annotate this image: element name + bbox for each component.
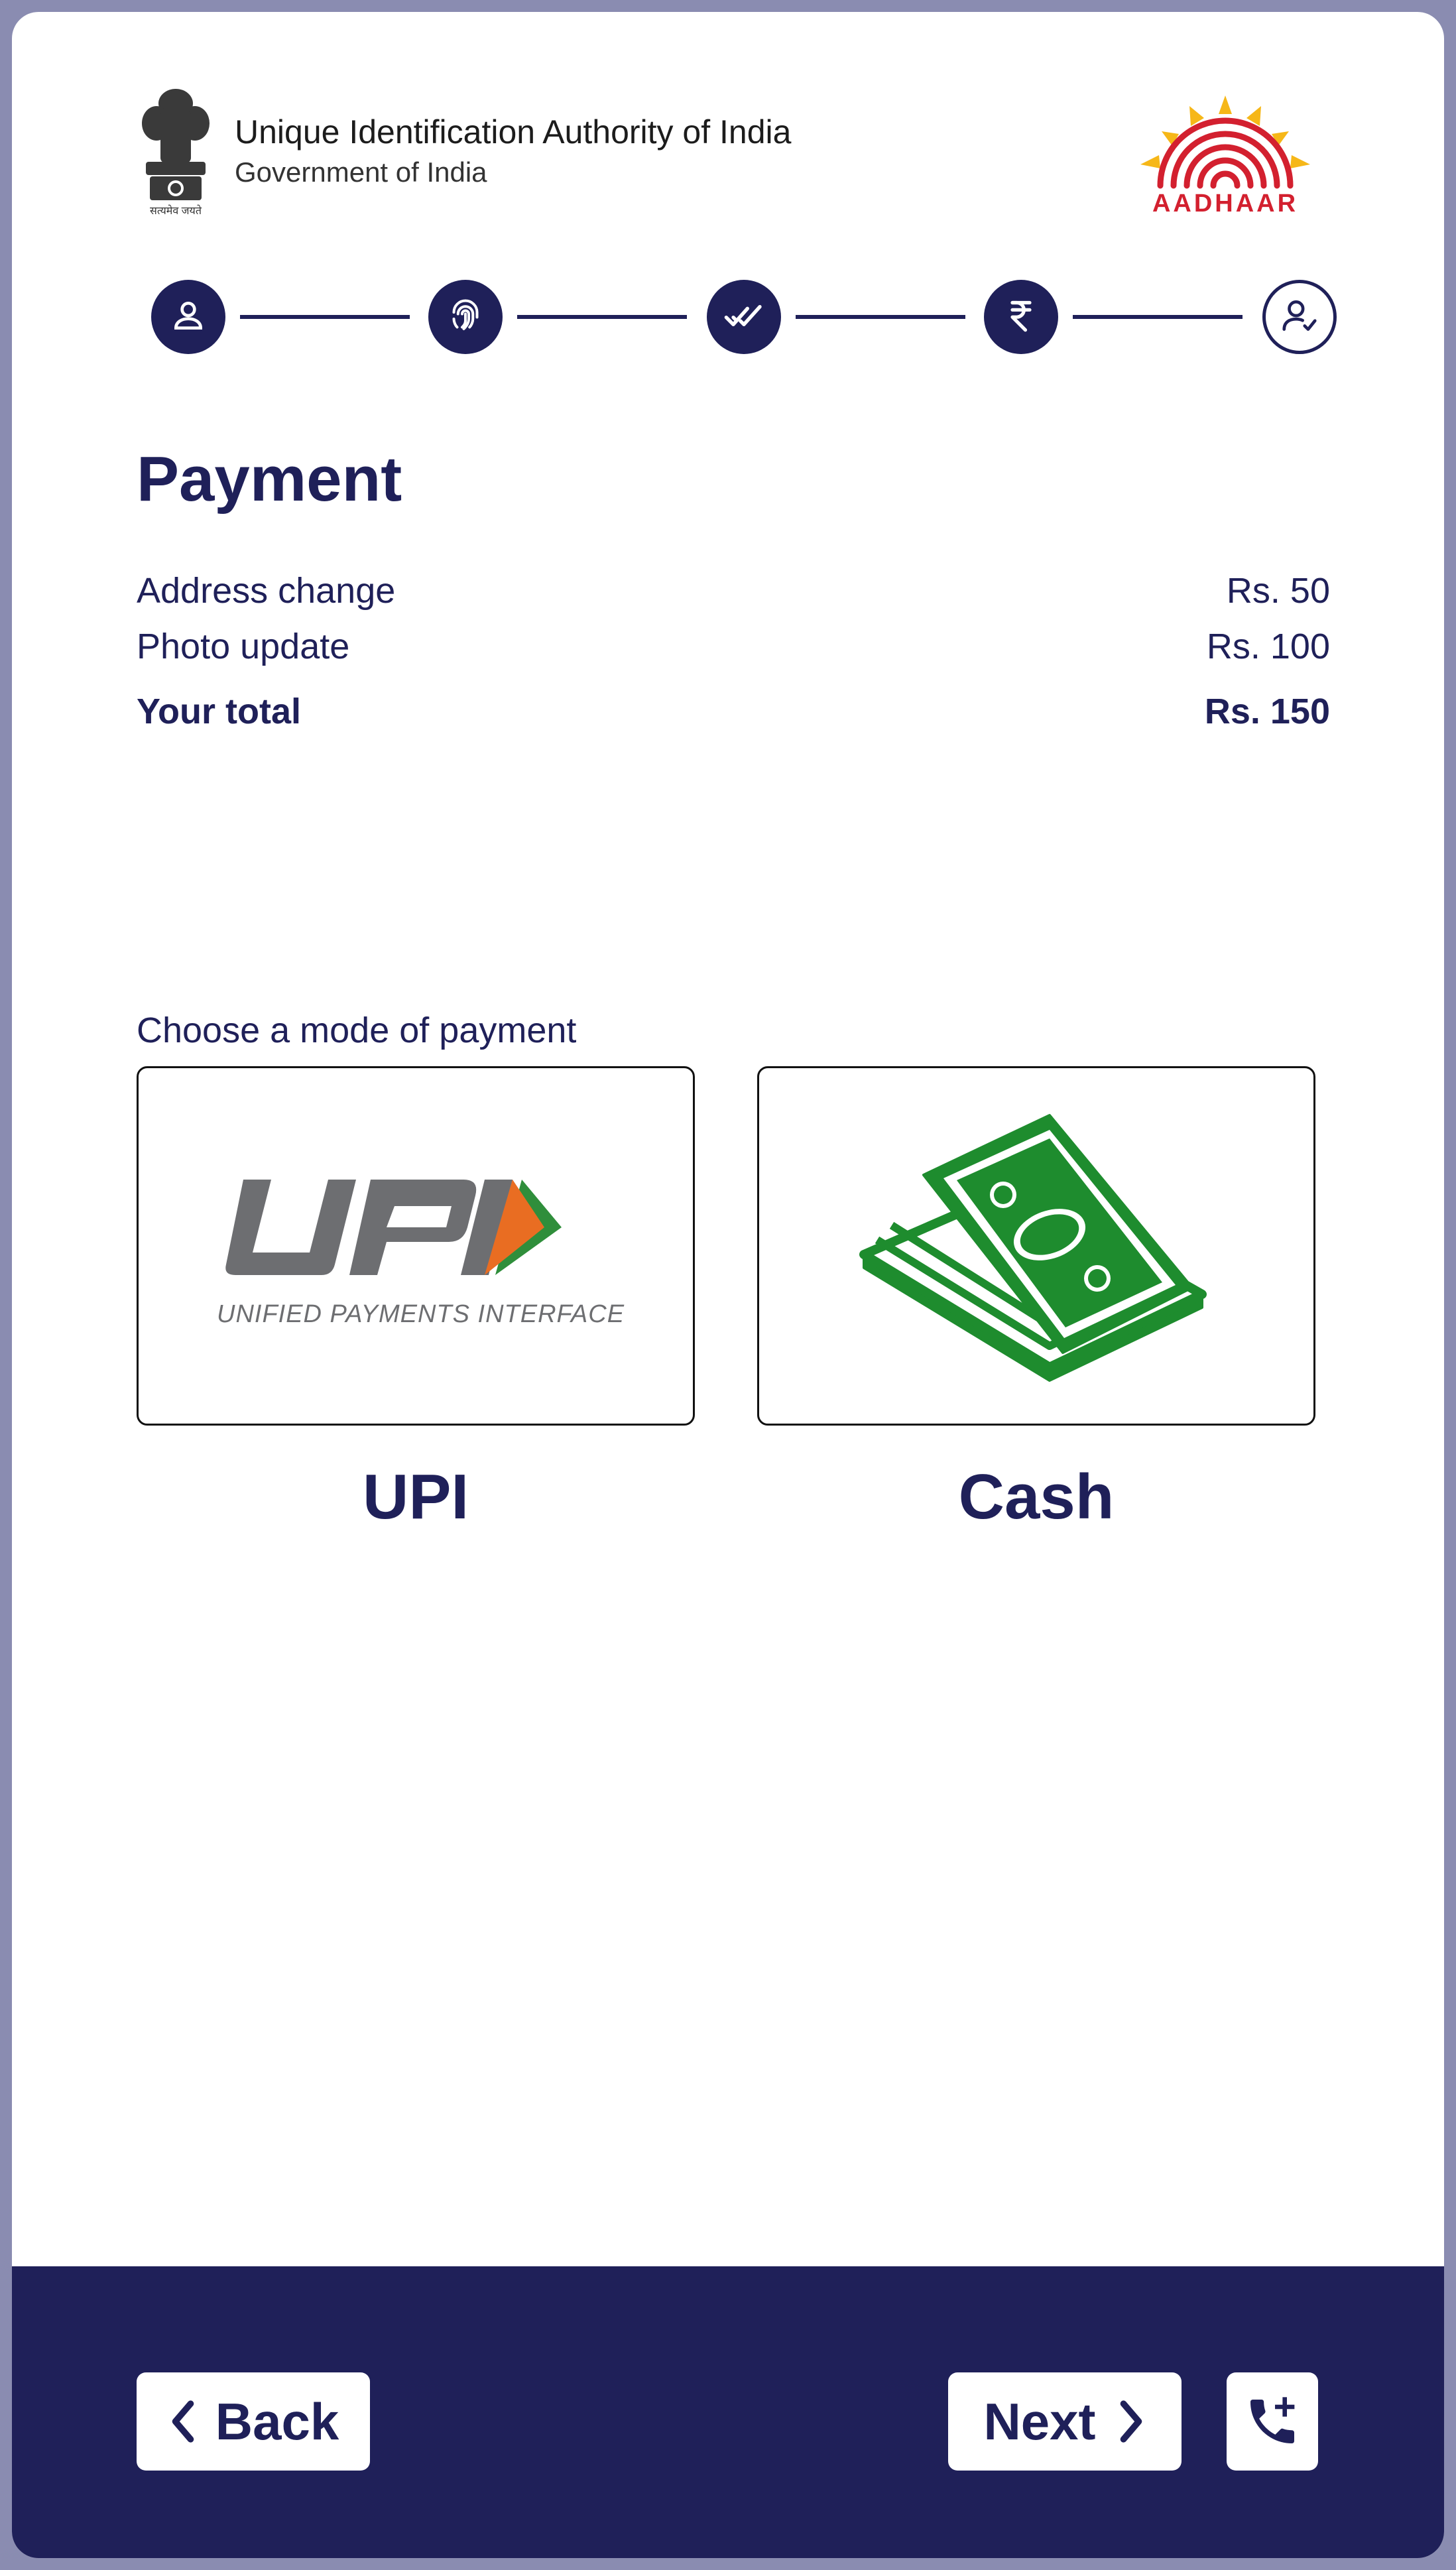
chevron-left-icon	[168, 2398, 198, 2445]
footer-bar: Back Next	[12, 2266, 1444, 2558]
fee-amount: Rs. 100	[1206, 627, 1330, 666]
step-user	[151, 280, 225, 354]
org-title: Unique Identification Authority of India	[235, 113, 792, 151]
fee-label: Photo update	[137, 627, 350, 666]
screen: सत्यमेव जयते Unique Identification Autho…	[12, 12, 1444, 2558]
org-subtitle: Government of India	[235, 156, 487, 188]
total-amount: Rs. 150	[1204, 692, 1330, 731]
fee-row: Address change Rs. 50	[137, 570, 1330, 611]
aadhaar-logo-text: AADHAAR	[1152, 190, 1299, 217]
progress-stepper	[137, 280, 1337, 359]
upi-logo-icon: UNIFIED PAYMENTS INTERFACE	[217, 1160, 625, 1332]
help-call-button[interactable]	[1227, 2372, 1318, 2471]
phone-call-add-icon	[1243, 2392, 1302, 2451]
user-icon	[170, 297, 207, 337]
step-confirm	[1262, 280, 1337, 354]
step-connector	[796, 315, 965, 319]
payment-mode-label: Choose a mode of payment	[137, 1010, 577, 1050]
next-button[interactable]: Next	[948, 2372, 1182, 2471]
step-biometric	[428, 280, 503, 354]
total-label: Your total	[137, 692, 301, 731]
cash-option-label[interactable]: Cash	[757, 1461, 1315, 1534]
fingerprint-icon	[446, 296, 485, 339]
step-connector	[240, 315, 410, 319]
next-label: Next	[983, 2392, 1096, 2451]
upi-option-label[interactable]: UPI	[137, 1461, 695, 1534]
emblem-motto: सत्यमेव जयते	[150, 206, 202, 217]
step-verify	[707, 280, 781, 354]
user-check-icon	[1279, 295, 1320, 339]
chevron-right-icon	[1116, 2398, 1146, 2445]
fee-amount: Rs. 50	[1226, 571, 1330, 611]
back-button[interactable]: Back	[137, 2372, 370, 2471]
back-label: Back	[215, 2392, 339, 2451]
upi-option-card[interactable]: UNIFIED PAYMENTS INTERFACE	[137, 1066, 695, 1426]
rupee-icon	[1004, 298, 1038, 336]
ashoka-emblem-icon: सत्यमेव जयते	[137, 84, 215, 219]
cash-option-card[interactable]	[757, 1066, 1315, 1426]
fee-label: Address change	[137, 571, 396, 611]
cash-bills-icon	[851, 1102, 1222, 1390]
page-title: Payment	[137, 444, 402, 515]
upi-logo-text: UNIFIED PAYMENTS INTERFACE	[217, 1300, 625, 1328]
step-connector	[517, 315, 687, 319]
double-check-icon	[723, 294, 765, 340]
step-connector	[1073, 315, 1243, 319]
fee-row: Photo update Rs. 100	[137, 626, 1330, 667]
step-payment	[984, 280, 1058, 354]
total-row: Your total Rs. 150	[137, 691, 1330, 732]
